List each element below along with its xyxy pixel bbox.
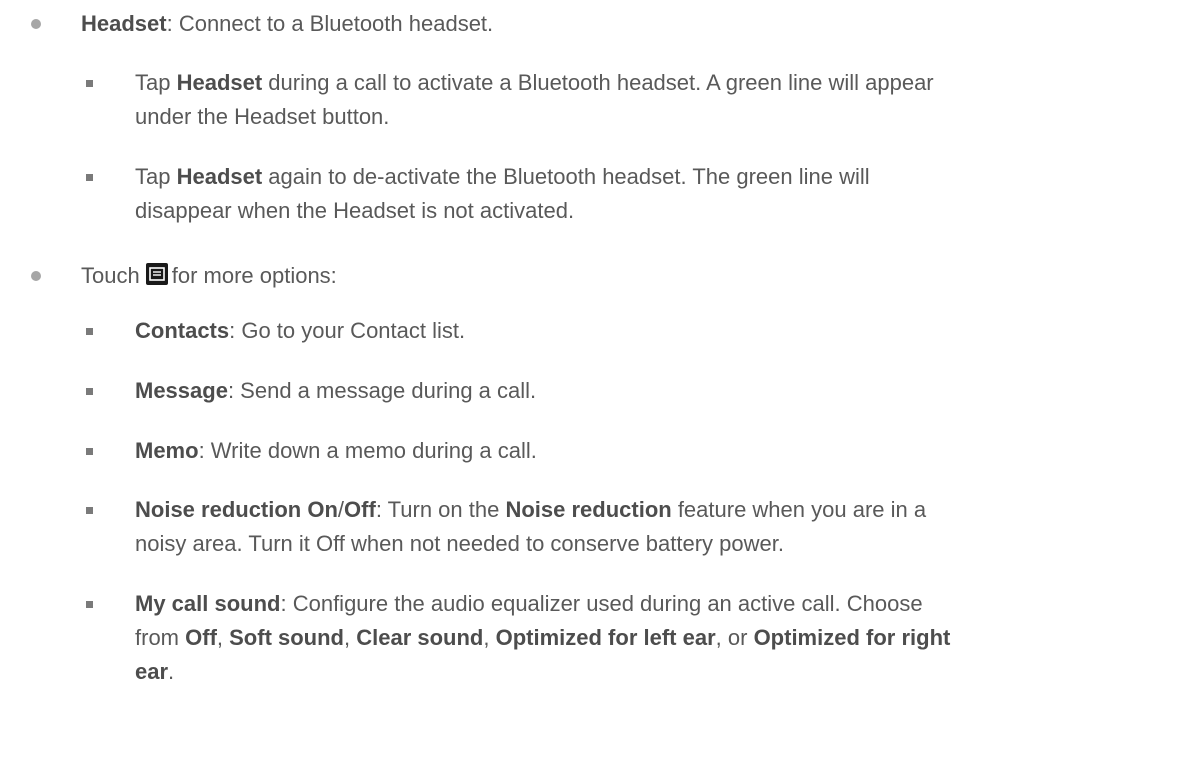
text-touch: Touch: [81, 263, 140, 288]
text-noise-mid: : Turn on the: [375, 497, 506, 522]
text-deactivate-line2: disappear when the Headset is not activa…: [135, 198, 575, 223]
option-left-ear: Optimized for left ear: [495, 625, 716, 650]
text-sep: , or: [715, 625, 754, 650]
term-noise-off: Off: [344, 497, 376, 522]
term-message: Message: [135, 378, 228, 403]
text-sep: ,: [483, 625, 496, 650]
term-headset-activate: Headset: [176, 70, 263, 95]
bullet-message: [86, 388, 93, 395]
text-from: from: [135, 625, 186, 650]
desc-message: : Send a message during a call.: [227, 378, 537, 403]
item-headset-activate: Tap Headset during a call to activate a …: [135, 66, 934, 100]
option-off: Off: [185, 625, 217, 650]
term-noise-on: Noise reduction On: [135, 497, 338, 522]
text-noise-line2: noisy area. Turn it Off when not needed …: [135, 531, 784, 556]
item-headset: Headset: Connect to a Bluetooth headset.: [81, 7, 493, 41]
text-callsound-line1: : Configure the audio equalizer used dur…: [280, 591, 923, 616]
menu-icon: [145, 261, 168, 295]
option-right-ear-end: ear: [135, 659, 169, 684]
item-headset-deactivate: Tap Headset again to de-activate the Blu…: [135, 160, 870, 194]
term-noise-reduction: Noise reduction: [505, 497, 672, 522]
item-contacts: Contacts: Go to your Contact list.: [135, 314, 465, 348]
bullet-memo: [86, 448, 93, 455]
option-clear-sound: Clear sound: [356, 625, 484, 650]
bullet-touch: [31, 271, 41, 281]
text-activate-line2: under the Headset button.: [135, 104, 390, 129]
desc-headset: : Connect to a Bluetooth headset.: [166, 11, 494, 36]
text-activate-line1: during a call to activate a Bluetooth he…: [262, 70, 934, 95]
text-noise-line1: feature when you are in a: [671, 497, 927, 522]
item-noise: Noise reduction On/Off: Turn on the Nois…: [135, 493, 926, 527]
text-sep: ,: [216, 625, 230, 650]
desc-memo: : Write down a memo during a call.: [198, 438, 537, 463]
text-period: .: [168, 659, 175, 684]
text-callsound-line3: ear.: [135, 655, 174, 689]
term-memo: Memo: [135, 438, 199, 463]
bullet-noise: [86, 507, 93, 514]
item-message: Message: Send a message during a call.: [135, 374, 536, 408]
text-deactivate-line1: again to de-activate the Bluetooth heads…: [262, 164, 870, 189]
term-headset: Headset: [81, 11, 167, 36]
bullet-headset-deactivate: [86, 174, 93, 181]
item-touch: Touch for more options:: [81, 259, 337, 295]
text-more-options: for more options:: [171, 263, 337, 288]
text-tap: Tap: [135, 164, 177, 189]
term-contacts: Contacts: [135, 318, 230, 343]
item-memo: Memo: Write down a memo during a call.: [135, 434, 537, 468]
text-callsound-line2: from Off, Soft sound, Clear sound, Optim…: [135, 621, 950, 655]
text-tap: Tap: [135, 70, 177, 95]
item-callsound: My call sound: Configure the audio equal…: [135, 587, 923, 621]
bullet-headset-activate: [86, 80, 93, 87]
bullet-callsound: [86, 601, 93, 608]
option-soft-sound: Soft sound: [229, 625, 344, 650]
bullet-contacts: [86, 328, 93, 335]
term-callsound: My call sound: [135, 591, 281, 616]
desc-contacts: : Go to your Contact list.: [229, 318, 466, 343]
text-sep: ,: [344, 625, 357, 650]
option-right-ear: Optimized for right: [753, 625, 951, 650]
term-headset-deactivate: Headset: [176, 164, 263, 189]
bullet-headset: [31, 19, 41, 29]
